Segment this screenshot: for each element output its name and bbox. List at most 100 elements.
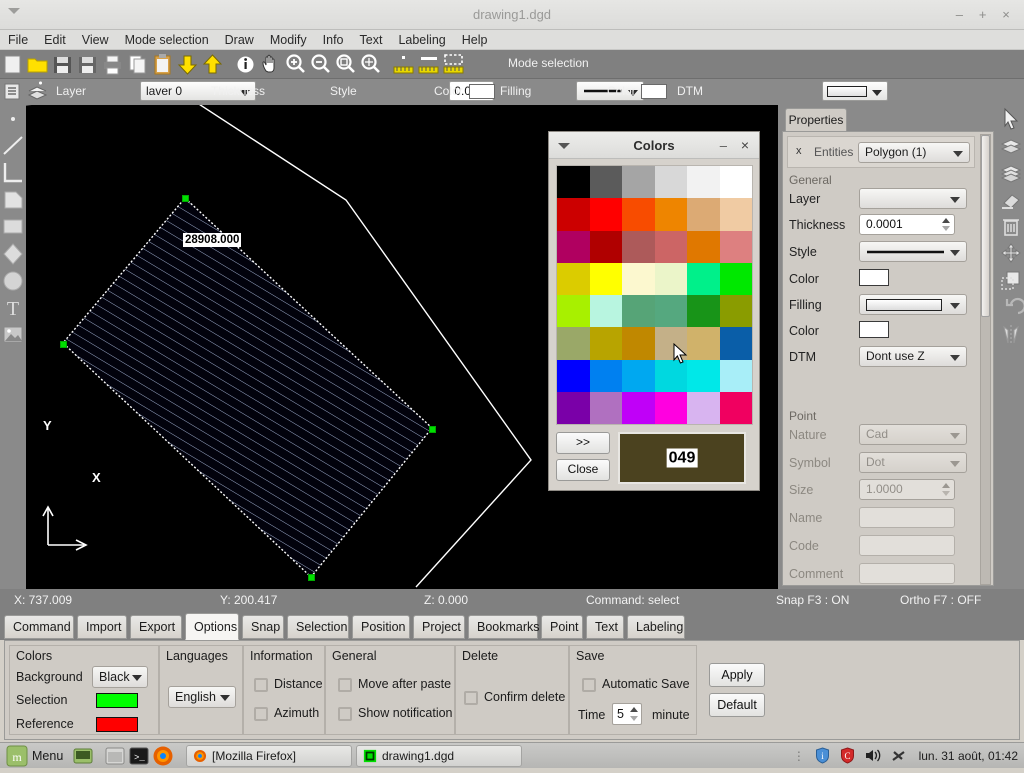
tab-options[interactable]: Options xyxy=(185,613,239,640)
tab-export[interactable]: Export xyxy=(130,615,182,639)
color-swatch-37[interactable] xyxy=(590,360,623,392)
color-swatch-8[interactable] xyxy=(622,198,655,230)
color-swatch-38[interactable] xyxy=(622,360,655,392)
prop-filling-combo[interactable] xyxy=(859,294,967,315)
color-swatch-2[interactable] xyxy=(622,166,655,198)
select-arrow-icon[interactable] xyxy=(998,105,1024,132)
vertex-handle-top[interactable] xyxy=(182,195,189,202)
stepper-down-icon[interactable] xyxy=(942,226,950,231)
color-swatch-27[interactable] xyxy=(655,295,688,327)
point-icon[interactable] xyxy=(0,105,26,132)
save-icon[interactable] xyxy=(50,51,75,78)
color-swatch-22[interactable] xyxy=(687,263,720,295)
taskbar-window-firefox[interactable]: [Mozilla Firefox] xyxy=(186,745,352,767)
tab-properties[interactable]: Properties xyxy=(785,108,847,132)
prop-style-combo[interactable] xyxy=(859,241,967,262)
layers-icon[interactable] xyxy=(998,132,1024,159)
color-swatch-0[interactable] xyxy=(557,166,590,198)
update-shield-icon[interactable]: i xyxy=(814,747,831,773)
stepper-up-icon[interactable] xyxy=(630,707,638,712)
measure-point-icon[interactable] xyxy=(391,51,416,78)
show-notification-checkbox[interactable] xyxy=(338,707,352,721)
prop-symbol-combo[interactable]: Dot xyxy=(859,452,967,473)
color-swatch-9[interactable] xyxy=(655,198,688,230)
filling-combo[interactable] xyxy=(822,81,888,101)
pan-hand-icon[interactable] xyxy=(258,51,283,78)
color-swatch-43[interactable] xyxy=(590,392,623,424)
zoom-window-icon[interactable] xyxy=(333,51,358,78)
layers-alt-icon[interactable] xyxy=(998,159,1024,186)
properties-scrollbar[interactable] xyxy=(980,134,991,585)
tray-handle-icon[interactable]: ⋮ xyxy=(793,749,805,763)
color-swatch-30[interactable] xyxy=(557,327,590,359)
menu-view[interactable]: View xyxy=(74,30,117,50)
menu-edit[interactable]: Edit xyxy=(36,30,74,50)
move-icon[interactable] xyxy=(998,240,1024,267)
menu-info[interactable]: Info xyxy=(315,30,352,50)
colors-dialog-minimize-button[interactable]: – xyxy=(720,132,727,159)
tab-text[interactable]: Text xyxy=(586,615,624,639)
background-combo[interactable]: Black xyxy=(92,666,148,688)
language-combo[interactable]: English xyxy=(168,686,236,708)
rectangle-icon[interactable] xyxy=(0,213,26,240)
measure-area-icon[interactable] xyxy=(441,51,466,78)
selection-color-swatch[interactable] xyxy=(96,693,138,708)
menu-labeling[interactable]: Labeling xyxy=(390,30,453,50)
prop-code-field[interactable] xyxy=(859,535,955,556)
color-swatch-34[interactable] xyxy=(687,327,720,359)
vertex-handle-right[interactable] xyxy=(429,426,436,433)
prop-line-color-swatch[interactable] xyxy=(859,269,889,286)
show-desktop-icon[interactable] xyxy=(72,745,94,767)
taskbar-window-drawing[interactable]: drawing1.dgd xyxy=(356,745,522,767)
color-swatch-11[interactable] xyxy=(720,198,753,230)
color-swatch-44[interactable] xyxy=(622,392,655,424)
info-icon[interactable] xyxy=(233,51,258,78)
vertex-handle-left[interactable] xyxy=(60,341,67,348)
distance-checkbox[interactable] xyxy=(254,678,268,692)
text-icon[interactable]: T xyxy=(0,294,26,321)
color-swatch-23[interactable] xyxy=(720,263,753,295)
color-swatch-15[interactable] xyxy=(655,231,688,263)
stepper-down-icon[interactable] xyxy=(630,716,638,721)
color-swatch-28[interactable] xyxy=(687,295,720,327)
reference-color-swatch[interactable] xyxy=(96,717,138,732)
status-ortho[interactable]: Ortho F7 : OFF xyxy=(900,589,981,612)
trash-icon[interactable] xyxy=(998,213,1024,240)
print-icon[interactable] xyxy=(100,51,125,78)
entities-close-mark[interactable]: x xyxy=(796,145,802,157)
azimuth-checkbox[interactable] xyxy=(254,707,268,721)
color-swatch-6[interactable] xyxy=(557,198,590,230)
move-after-paste-checkbox[interactable] xyxy=(338,678,352,692)
prop-size-input[interactable]: 1.0000 xyxy=(859,479,955,500)
zoom-out-icon[interactable] xyxy=(308,51,333,78)
minimize-button[interactable]: – xyxy=(949,0,969,30)
tab-labeling[interactable]: Labeling xyxy=(627,615,685,639)
apply-button[interactable]: Apply xyxy=(709,663,765,687)
eraser-icon[interactable] xyxy=(998,186,1024,213)
color-swatch-12[interactable] xyxy=(557,231,590,263)
color-swatch-40[interactable] xyxy=(687,360,720,392)
copy-region-icon[interactable] xyxy=(998,267,1024,294)
tab-position[interactable]: Position xyxy=(352,615,410,639)
tab-project[interactable]: Project xyxy=(413,615,465,639)
export-up-icon[interactable] xyxy=(200,51,225,78)
prop-dtm-combo[interactable]: Dont use Z xyxy=(859,346,967,367)
color-swatch-42[interactable] xyxy=(557,392,590,424)
stepper-up-icon[interactable] xyxy=(942,218,950,223)
dialog-menu-caret-icon[interactable] xyxy=(558,143,570,149)
stepper-down-icon[interactable] xyxy=(942,491,950,496)
color-swatch-47[interactable] xyxy=(720,392,753,424)
colors-dialog-close-button[interactable]: × xyxy=(741,132,749,159)
paste-icon[interactable] xyxy=(150,51,175,78)
add-layer-icon[interactable] xyxy=(25,80,50,104)
volume-icon[interactable] xyxy=(864,746,882,772)
color-swatch-17[interactable] xyxy=(720,231,753,263)
fill-color-swatch[interactable] xyxy=(641,84,667,99)
tab-command[interactable]: Command xyxy=(4,615,74,639)
menu-text[interactable]: Text xyxy=(352,30,391,50)
circle-icon[interactable] xyxy=(0,267,26,294)
color-swatch-14[interactable] xyxy=(622,231,655,263)
undo-icon[interactable] xyxy=(998,294,1024,321)
security-icon[interactable]: C xyxy=(839,747,856,773)
color-swatch-18[interactable] xyxy=(557,263,590,295)
